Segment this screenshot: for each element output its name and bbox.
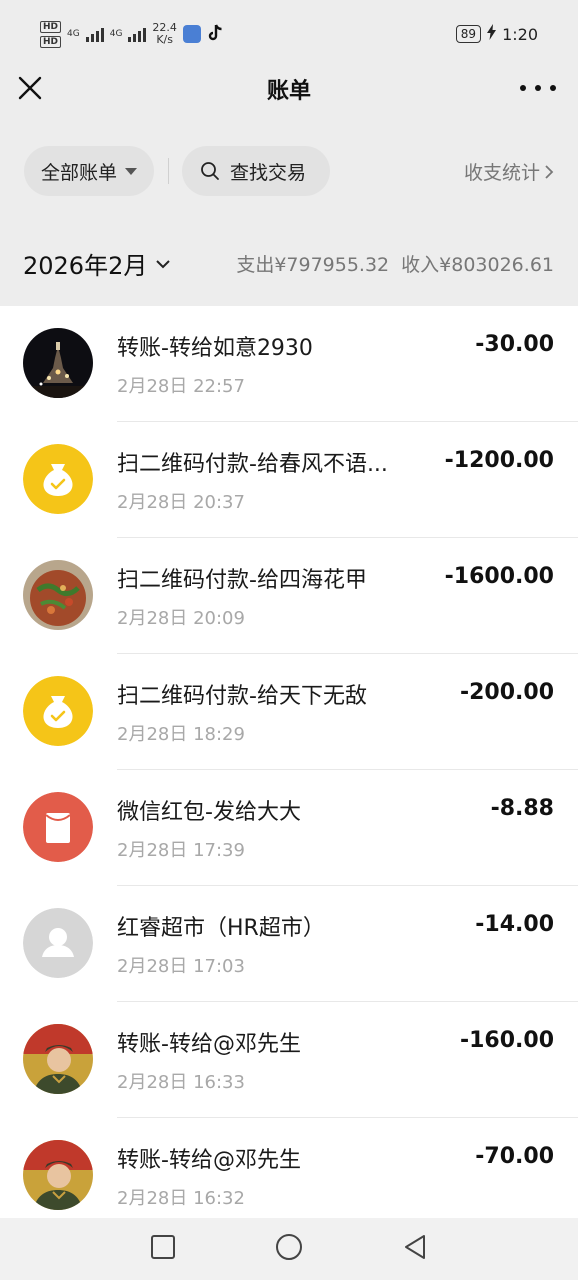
search-transactions-button[interactable]: 查找交易 [182,146,330,196]
income-expense-stats-link[interactable]: 收支统计 [464,158,554,185]
charging-icon [487,24,497,44]
transaction-amount: -1200.00 [444,448,554,473]
title-bar: 账单 [0,60,578,118]
back-button[interactable] [402,1233,428,1265]
money-bag-icon [23,444,93,514]
network-speed-unit: K/s [156,33,173,46]
month-selector[interactable]: 2026年2月 [23,246,171,281]
transaction-title: 微信红包-发给大大 [117,800,301,825]
transaction-time: 2月28日 17:39 [117,840,245,861]
transaction-row[interactable]: 转账-转给如意2930 2月28日 22:57 -30.00 [0,306,578,422]
transaction-row[interactable]: 转账-转给@邓先生 2月28日 16:32 -70.00 [0,1118,578,1218]
more-options-button[interactable] [520,74,556,102]
signal-icon-2 [128,26,147,42]
clock: 1:20 [502,24,538,44]
triangle-back-icon [405,1235,426,1259]
chevron-down-icon [156,259,171,268]
transaction-time: 2月28日 20:37 [117,492,245,513]
transaction-time: 2月28日 20:09 [117,608,245,629]
transaction-row[interactable]: 扫二维码付款-给四海花甲 2月28日 20:09 -1600.00 [0,538,578,654]
transaction-title: 扫二维码付款-给天下无敌 [117,684,367,709]
food-photo [23,560,93,630]
transaction-time: 2月28日 16:33 [117,1072,245,1093]
home-button[interactable] [275,1233,303,1265]
tiktok-icon [207,23,223,45]
divider [168,158,169,184]
transaction-row[interactable]: 扫二维码付款-给春风不语... 2月28日 20:37 -1200.00 [0,422,578,538]
more-dot-icon [520,85,526,91]
transaction-amount: -14.00 [475,912,554,937]
network-speed: 22.4 K/s [152,22,177,46]
transaction-title: 转账-转给@邓先生 [117,1032,301,1057]
stats-label: 收支统计 [463,162,540,184]
month-summary: 2026年2月 支出¥797955.32 收入¥803026.61 [0,238,578,288]
transaction-amount: -70.00 [475,1144,554,1169]
transaction-title: 转账-转给@邓先生 [117,1148,301,1173]
default-user-icon [23,908,93,978]
transaction-time: 2月28日 16:32 [117,1188,245,1209]
transaction-amount: -200.00 [459,680,554,705]
recents-button[interactable] [150,1234,176,1264]
hd-badge-2: HD [40,35,62,48]
transaction-amount: -1600.00 [444,564,554,589]
signal-icon-1 [85,26,104,42]
soldier-photo [23,1140,93,1210]
more-dot-icon [550,85,556,91]
app-notification-icon [182,25,201,43]
transaction-amount: -160.00 [459,1028,554,1053]
red-packet-icon [23,792,93,862]
filter-row: 全部账单 查找交易 收支统计 [0,146,578,198]
transaction-row[interactable]: 扫二维码付款-给天下无敌 2月28日 18:29 -200.00 [0,654,578,770]
chevron-right-icon [545,164,554,179]
soldier-photo [23,1024,93,1094]
transaction-title: 红睿超市（HR超市） [117,916,325,941]
close-button[interactable] [14,72,46,104]
transaction-time: 2月28日 17:03 [117,956,245,977]
month-label: 2026年2月 [23,252,148,280]
all-bills-label: 全部账单 [41,161,118,184]
transaction-amount: -30.00 [475,332,554,357]
caret-down-icon [125,167,138,175]
transaction-title: 转账-转给如意2930 [117,336,313,361]
search-icon [201,162,219,180]
page-title: 账单 [266,79,311,104]
all-bills-dropdown[interactable]: 全部账单 [24,146,154,196]
transaction-list: 转账-转给如意2930 2月28日 22:57 -30.00 扫二维码付款-给春… [0,306,578,1218]
network-type-2: 4G [109,29,123,39]
month-totals: 支出¥797955.32 收入¥803026.61 [236,250,554,277]
status-left: HD HD 4G 4G 22.4 K/s [40,20,223,48]
transaction-title: 扫二维码付款-给春风不语... [117,452,388,477]
battery-level: 89 [455,25,482,43]
transaction-title: 扫二维码付款-给四海花甲 [117,568,367,593]
night-temple-photo [23,328,93,398]
status-bar: HD HD 4G 4G 22.4 K/s 89 1:20 [0,0,578,68]
close-icon [18,76,42,100]
transaction-row[interactable]: 转账-转给@邓先生 2月28日 16:33 -160.00 [0,1002,578,1118]
transaction-time: 2月28日 18:29 [117,724,245,745]
more-dot-icon [535,85,541,91]
network-type-1: 4G [67,29,80,39]
status-right: 89 1:20 [455,24,538,44]
money-bag-icon [23,676,93,746]
hd-badge-1: HD [40,20,62,33]
transaction-amount: -8.88 [490,796,554,821]
search-label: 查找交易 [230,161,307,184]
circle-icon [275,1234,302,1260]
transaction-row[interactable]: 红睿超市（HR超市） 2月28日 17:03 -14.00 [0,886,578,1002]
expense-total: 支出¥797955.32 [236,254,390,276]
system-nav-bar [0,1218,578,1280]
square-icon [150,1235,175,1259]
transaction-row[interactable]: 微信红包-发给大大 2月28日 17:39 -8.88 [0,770,578,886]
hd-indicators: HD HD [40,20,62,48]
income-total: 收入¥803026.61 [401,254,554,276]
transaction-time: 2月28日 22:57 [117,376,245,397]
